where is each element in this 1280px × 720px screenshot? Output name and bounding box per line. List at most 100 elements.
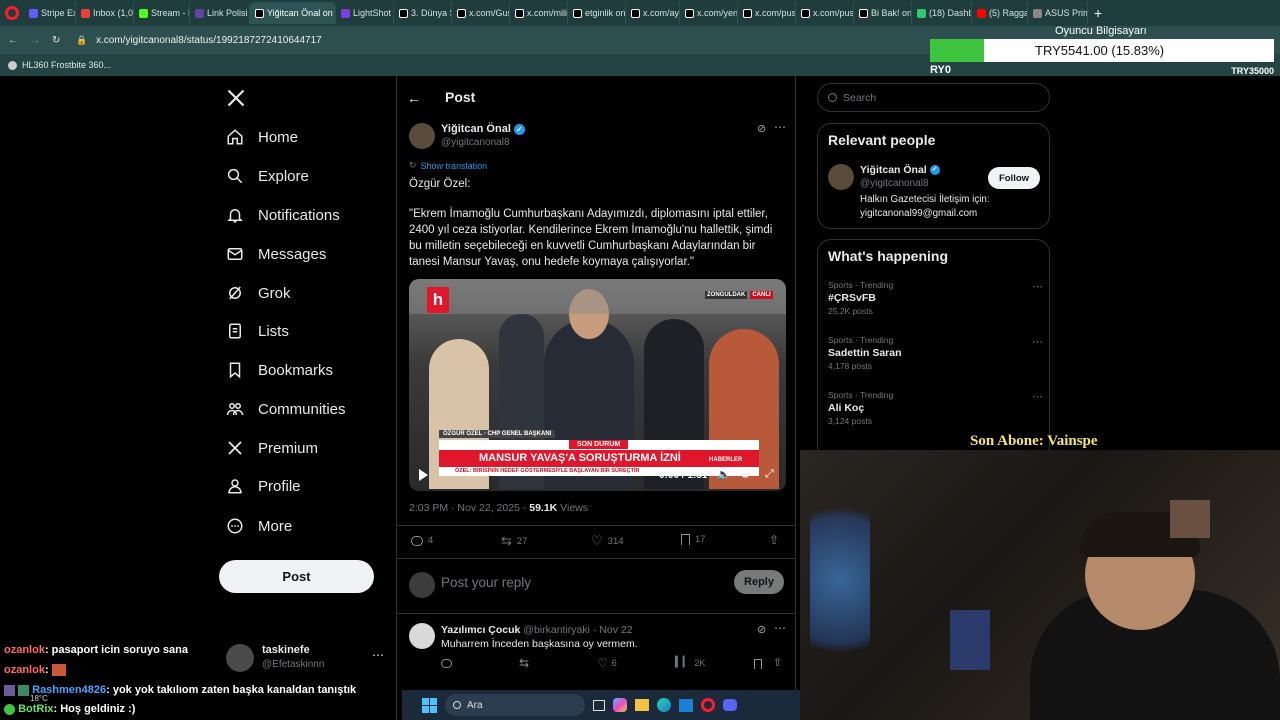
tab-youtube[interactable]: (5) Ragga — [972, 2, 1028, 24]
person-icon — [228, 479, 242, 494]
tab-stripe[interactable]: Stripe Expr — [24, 2, 76, 24]
like-action[interactable]: ♡ 314 — [591, 533, 624, 549]
relevant-handle[interactable]: @yigitcanonal8 — [860, 178, 929, 189]
reply-button[interactable]: Reply — [734, 570, 784, 594]
nav-notifications[interactable]: Notifications — [226, 206, 340, 224]
forward-arrow-icon[interactable]: → — [30, 35, 46, 46]
trend-item[interactable]: Sports · Trending #ÇRSvFB 25.2K posts ⋯ — [828, 280, 1043, 324]
nav-premium[interactable]: Premium — [226, 439, 318, 457]
reply-input[interactable]: Post your reply — [441, 575, 531, 590]
tab-stream[interactable]: Stream - Ki — [134, 2, 190, 24]
reload-icon[interactable]: ↻ — [52, 35, 68, 46]
post-button[interactable]: Post — [219, 560, 374, 593]
tab-x-post-active[interactable]: Yiğitcan Önal on X — [250, 2, 336, 24]
tab-link-polisi[interactable]: Link Polisi — [190, 2, 250, 24]
share-icon[interactable]: ⇧ — [769, 533, 779, 547]
task-view-icon[interactable] — [593, 699, 605, 711]
video-nameplate: ÖZGÜR ÖZEL · CHP GENEL BAŞKANI — [439, 430, 556, 438]
discord-icon[interactable] — [723, 699, 737, 711]
tab-gmail[interactable]: Inbox (1,07 — [76, 2, 134, 24]
bookmark-item[interactable]: HL360 Frostbite 360... — [8, 60, 111, 70]
author-name[interactable]: Yiğitcan Önal ✓ — [441, 123, 525, 135]
post-more-icon[interactable]: ⋯ — [774, 120, 786, 134]
search-bar[interactable]: Search — [817, 83, 1050, 112]
video-player[interactable]: h ZONGULDAK CANLI ÖZGÜR ÖZEL · CHP GENEL… — [409, 279, 786, 491]
nav-communities[interactable]: Communities — [226, 400, 346, 418]
reply-action[interactable]: 4 — [411, 535, 433, 546]
reply-author[interactable]: Yazılımcı Çocuk — [441, 624, 520, 636]
tab-bi-bak[interactable]: Bi Bak! on — [854, 2, 912, 24]
search-icon — [828, 93, 837, 102]
reply-views-action[interactable]: ▍▎ 2K — [675, 657, 705, 668]
nav-grok[interactable]: Grok — [226, 284, 291, 302]
trend-more-icon[interactable]: ⋯ — [1032, 390, 1043, 403]
nav-profile[interactable]: Profile — [226, 477, 301, 495]
grok-explain-icon[interactable]: ⊘ — [757, 122, 766, 135]
verified-badge-icon: ✓ — [513, 123, 525, 135]
fullscreen-icon[interactable]: ⤢ — [765, 468, 774, 481]
tab-x-7[interactable]: x.com/yen — [680, 2, 738, 24]
reply-handle[interactable]: @birkantiryaki — [523, 624, 590, 636]
tab-x-4[interactable]: x.com/mili — [510, 2, 568, 24]
new-tab-icon[interactable]: + — [1094, 5, 1102, 21]
tab-x-3[interactable]: x.com/Gus — [452, 2, 510, 24]
back-button[interactable]: ← — [407, 90, 421, 106]
nav-lists[interactable]: Lists — [226, 322, 289, 340]
follow-button[interactable]: Follow — [988, 167, 1040, 189]
x-logo-icon[interactable] — [226, 88, 246, 108]
settings-gear-icon[interactable]: ⚙ — [740, 467, 751, 481]
bookmark-outline-icon — [681, 534, 690, 545]
tab-x-6[interactable]: x.com/ayk — [626, 2, 680, 24]
account-switcher[interactable]: taskinefe @Efetaskinnn ⋯ — [226, 642, 386, 676]
windows-start-icon[interactable] — [422, 697, 437, 713]
trend-item[interactable]: Sports · Trending Sadettin Saran 4,178 p… — [828, 335, 1043, 379]
relevant-name[interactable]: Yiğitcan Önal ✓ — [860, 164, 940, 176]
tab-x-9[interactable]: x.com/pus — [796, 2, 854, 24]
search-input[interactable]: Search — [843, 92, 876, 104]
trend-more-icon[interactable]: ⋯ — [1032, 335, 1043, 348]
file-explorer-icon[interactable] — [635, 699, 649, 711]
edge-icon[interactable] — [657, 698, 671, 712]
nav-messages[interactable]: Messages — [226, 245, 326, 263]
nav-more[interactable]: More — [226, 517, 292, 535]
show-translation-link[interactable]: ↻ Show translation — [409, 160, 487, 171]
reply-share-icon[interactable]: ⇧ — [773, 656, 782, 669]
play-icon[interactable] — [419, 469, 428, 481]
trend-more-icon[interactable]: ⋯ — [1032, 280, 1043, 293]
reply-reply-icon[interactable] — [441, 659, 452, 668]
author-handle[interactable]: @yigitcanonal8 — [441, 137, 510, 148]
tab-dashboard[interactable]: (18) Dashb — [912, 2, 972, 24]
video-son-durum: SON DURUM — [569, 440, 629, 449]
trend-item[interactable]: Sports · Trending Ali Koç 3,124 posts ⋯ — [828, 390, 1043, 434]
tab-x-8[interactable]: x.com/pus — [738, 2, 796, 24]
reply-composer: Post your reply Reply — [397, 560, 795, 614]
store-icon[interactable] — [679, 698, 693, 712]
opera-taskbar-icon[interactable] — [701, 698, 715, 712]
reply-more-icon[interactable]: ⋯ — [774, 621, 786, 635]
opera-logo-icon[interactable] — [5, 6, 19, 20]
tab-lightshot[interactable]: LightShot — [336, 2, 394, 24]
author-avatar[interactable] — [409, 123, 435, 149]
reply-grok-icon[interactable]: ⊘ — [757, 623, 766, 636]
home-icon — [227, 129, 243, 145]
bookmark-favicon-icon — [8, 60, 17, 70]
back-arrow-icon[interactable]: ← — [8, 35, 24, 46]
nav-home[interactable]: Home — [226, 128, 298, 146]
nav-explore[interactable]: Explore — [226, 167, 309, 185]
volume-icon[interactable]: 🔈 — [717, 468, 731, 481]
nav-bookmarks[interactable]: Bookmarks — [226, 361, 333, 379]
tab-asus[interactable]: ASUS Prim — [1028, 2, 1088, 24]
url-field[interactable]: x.com/yigitcanonal8/status/1992187272410… — [96, 35, 322, 46]
copilot-icon[interactable] — [613, 698, 627, 712]
reply-repost-icon[interactable]: ⇆ — [519, 656, 529, 670]
chat-message: Rashmen4826: yok yok takılıom zaten başk… — [4, 684, 356, 696]
repost-action[interactable]: ⇆ 27 — [501, 533, 527, 549]
tab-x-2[interactable]: 3. Dünya S — [394, 2, 452, 24]
reply-like-action[interactable]: ♡ 6 — [597, 656, 617, 670]
relevant-avatar[interactable] — [828, 164, 854, 190]
reply-bookmark-icon[interactable] — [754, 659, 762, 669]
tab-x-5[interactable]: etginlik on — [568, 2, 626, 24]
bookmark-action[interactable]: 17 — [681, 534, 706, 545]
more-dots-icon[interactable]: ⋯ — [372, 648, 384, 662]
taskbar-search[interactable]: Ara — [445, 694, 585, 716]
